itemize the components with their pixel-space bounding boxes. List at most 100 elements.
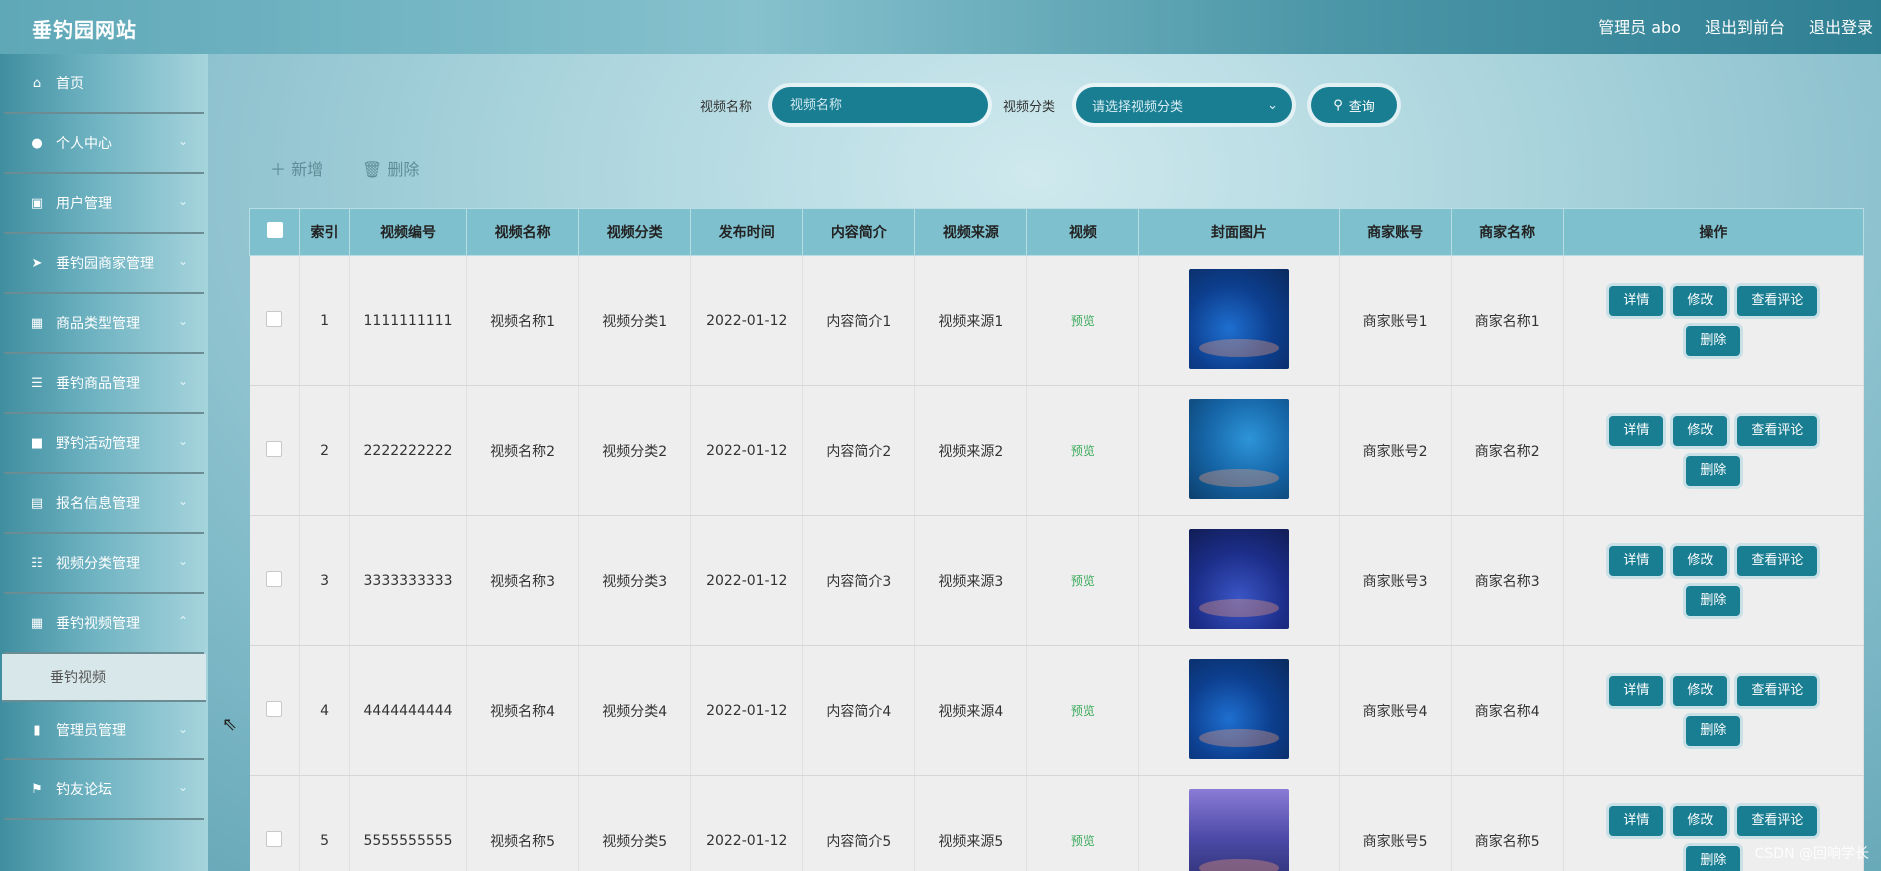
table-row: 2 2222222222 视频名称2 视频分类2 2022-01-12 内容简介… [249, 385, 1864, 516]
exit-to-front-link[interactable]: 退出到前台 [1705, 14, 1785, 38]
edit-button[interactable]: 修改 [1673, 675, 1728, 706]
cell-video: 预览 [1026, 385, 1140, 516]
edit-button[interactable]: 修改 [1673, 285, 1728, 316]
sidebar-item-admins[interactable]: ▮ 管理员管理 ⌄ [4, 702, 204, 760]
cell-merchant: 商家名称2 [1451, 385, 1564, 516]
cell-code: 4444444444 [349, 645, 468, 776]
row-delete-button[interactable]: 删除 [1686, 455, 1741, 486]
sidebar-item-label: 个人中心 [56, 136, 112, 152]
view-comments-button[interactable]: 查看评论 [1737, 285, 1818, 316]
row-checkbox-cell[interactable] [249, 385, 301, 516]
sidebar-item-users[interactable]: ▣ 用户管理 ⌄ [4, 174, 204, 234]
edit-button[interactable]: 修改 [1673, 805, 1728, 836]
cover-image[interactable] [1189, 658, 1290, 759]
cell-intro: 内容简介2 [802, 385, 916, 516]
cell-index: 1 [299, 255, 351, 386]
cell-account: 商家账号2 [1339, 385, 1452, 516]
view-comments-button[interactable]: 查看评论 [1737, 675, 1818, 706]
sidebar-item-activities[interactable]: ■ 野钓活动管理 ⌄ [4, 414, 204, 474]
sliders-icon: ☷ [31, 555, 43, 571]
column-header: 商家账号 [1338, 208, 1452, 256]
column-header: 封面图片 [1138, 208, 1340, 256]
send-icon: ➤ [31, 255, 43, 271]
cover-image[interactable] [1189, 788, 1290, 871]
detail-button[interactable]: 详情 [1609, 805, 1664, 836]
video-name-label: 视频名称 [700, 100, 753, 115]
cover-image[interactable] [1189, 398, 1290, 499]
row-checkbox-cell[interactable] [249, 515, 301, 646]
detail-button[interactable]: 详情 [1609, 415, 1664, 446]
detail-button[interactable]: 详情 [1609, 675, 1664, 706]
sidebar-subitem-fishing-videos[interactable]: 垂钓视频 [2, 654, 206, 702]
video-category-select[interactable]: 请选择视频分类 ⌄ [1076, 87, 1292, 123]
bar-chart-icon: ▮ [33, 722, 41, 738]
video-preview-link[interactable]: 预览 [1071, 444, 1095, 458]
sidebar-item-products[interactable]: ☰ 垂钓商品管理 ⌄ [4, 354, 204, 414]
video-preview-link[interactable]: 预览 [1071, 834, 1095, 848]
sidebar-item-label: 报名信息管理 [56, 496, 140, 512]
chevron-down-icon: ⌄ [177, 780, 188, 794]
row-checkbox[interactable] [266, 440, 283, 457]
edit-button[interactable]: 修改 [1673, 415, 1728, 446]
sidebar-item-merchants[interactable]: ➤ 垂钓园商家管理 ⌄ [4, 234, 204, 294]
cell-actions: 详情 修改 查看评论 删除 [1563, 255, 1864, 386]
printer-icon: ▤ [30, 495, 44, 511]
cell-date: 2022-01-12 [690, 515, 804, 646]
row-delete-button[interactable]: 删除 [1686, 715, 1741, 746]
add-button[interactable]: ＋ 新增 [270, 156, 323, 180]
sidebar-item-product-types[interactable]: ▦ 商品类型管理 ⌄ [4, 294, 204, 354]
video-name-input[interactable] [788, 96, 972, 114]
sidebar-item-label: 首页 [56, 76, 84, 92]
edit-button[interactable]: 修改 [1673, 545, 1728, 576]
row-checkbox-cell[interactable] [249, 775, 301, 871]
detail-button[interactable]: 详情 [1609, 285, 1664, 316]
table-row: 4 4444444444 视频名称4 视频分类4 2022-01-12 内容简介… [249, 645, 1864, 776]
plus-icon: ＋ [270, 160, 287, 179]
column-header: 操作 [1562, 208, 1864, 256]
delete-button[interactable]: 🗑 删除 [362, 156, 419, 180]
cell-date: 2022-01-12 [690, 775, 804, 871]
video-preview-link[interactable]: 预览 [1071, 314, 1095, 328]
cell-video: 预览 [1026, 515, 1140, 646]
query-button[interactable]: ⚲ 查询 [1311, 87, 1397, 123]
view-comments-button[interactable]: 查看评论 [1737, 545, 1818, 576]
row-checkbox-cell[interactable] [249, 255, 301, 386]
video-preview-link[interactable]: 预览 [1071, 574, 1095, 588]
row-checkbox[interactable] [266, 310, 283, 327]
logout-link[interactable]: 退出登录 [1809, 14, 1873, 38]
video-preview-link[interactable]: 预览 [1071, 704, 1095, 718]
row-delete-button[interactable]: 删除 [1686, 325, 1741, 356]
sidebar-item-personal-center[interactable]: ● 个人中心 ⌄ [4, 114, 204, 174]
sidebar-item-home[interactable]: ⌂ 首页 [4, 54, 204, 114]
sidebar-item-forum[interactable]: ⚑ 钓友论坛 ⌄ [4, 760, 204, 820]
sidebar-item-label: 商品类型管理 [56, 316, 140, 332]
top-header: 垂钓园网站 管理员 abo 退出到前台 退出登录 [0, 0, 1881, 54]
cell-name: 视频名称3 [466, 515, 580, 646]
select-all-checkbox-cell[interactable] [249, 208, 301, 256]
view-comments-button[interactable]: 查看评论 [1737, 805, 1818, 836]
row-delete-button[interactable]: 删除 [1686, 845, 1741, 871]
cover-image[interactable] [1189, 528, 1290, 629]
sidebar-item-video-categories[interactable]: ☷ 视频分类管理 ⌄ [4, 534, 204, 594]
briefcase-icon: ■ [30, 435, 44, 451]
cell-merchant: 商家名称5 [1451, 775, 1564, 871]
row-checkbox-cell[interactable] [249, 645, 301, 776]
search-icon: ⚲ [1333, 97, 1343, 113]
cell-video: 预览 [1026, 775, 1140, 871]
row-delete-button[interactable]: 删除 [1686, 585, 1741, 616]
view-comments-button[interactable]: 查看评论 [1737, 415, 1818, 446]
row-checkbox[interactable] [266, 830, 283, 847]
column-header: 视频来源 [914, 208, 1028, 256]
sidebar-item-registrations[interactable]: ▤ 报名信息管理 ⌄ [4, 474, 204, 534]
select-all-checkbox[interactable] [266, 222, 283, 238]
cover-image[interactable] [1189, 268, 1290, 369]
sidebar-item-videos[interactable]: ▦ 垂钓视频管理 ⌃ [4, 594, 204, 654]
mouse-cursor-icon: ⇖ [222, 714, 238, 735]
chevron-down-icon: ⌄ [177, 254, 188, 268]
cell-name: 视频名称2 [466, 385, 580, 516]
chevron-down-icon: ⌄ [177, 722, 188, 736]
detail-button[interactable]: 详情 [1609, 545, 1664, 576]
row-checkbox[interactable] [266, 700, 283, 717]
cell-source: 视频来源2 [914, 385, 1028, 516]
row-checkbox[interactable] [266, 570, 283, 587]
